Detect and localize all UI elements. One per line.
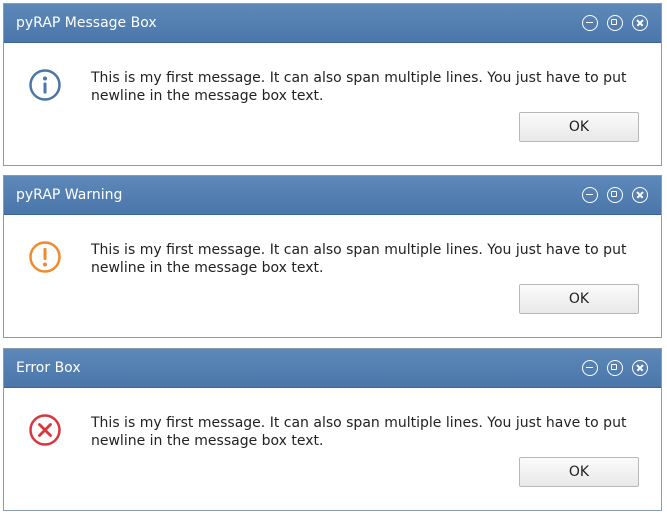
dialog-title: pyRAP Message Box — [16, 15, 157, 31]
dialog-message: This is my first message. It can also sp… — [91, 70, 627, 104]
maximize-icon[interactable] — [607, 15, 623, 31]
minimize-icon[interactable] — [582, 360, 598, 376]
ok-button[interactable]: OK — [519, 457, 639, 487]
ok-button[interactable]: OK — [519, 284, 639, 314]
dialog-title: pyRAP Warning — [16, 187, 123, 203]
maximize-icon[interactable] — [607, 187, 623, 203]
info-icon — [29, 69, 61, 101]
dialog-titlebar[interactable]: Error Box — [4, 349, 661, 388]
message-dialog-info: pyRAP Message Box This is my first messa… — [3, 3, 662, 166]
close-icon[interactable] — [632, 360, 648, 376]
dialog-message: This is my first message. It can also sp… — [91, 242, 627, 276]
warning-icon — [29, 241, 61, 273]
dialog-titlebar[interactable]: pyRAP Message Box — [4, 4, 661, 43]
dialog-title: Error Box — [16, 360, 81, 376]
close-icon[interactable] — [632, 15, 648, 31]
dialog-message: This is my first message. It can also sp… — [91, 415, 627, 449]
minimize-icon[interactable] — [582, 187, 598, 203]
error-icon — [29, 414, 61, 446]
maximize-icon[interactable] — [607, 360, 623, 376]
minimize-icon[interactable] — [582, 15, 598, 31]
ok-button[interactable]: OK — [519, 112, 639, 142]
message-dialog-error: Error Box This is my first message. It c… — [3, 348, 662, 511]
dialog-titlebar[interactable]: pyRAP Warning — [4, 176, 661, 215]
message-dialog-warning: pyRAP Warning This is my first message. … — [3, 175, 662, 338]
close-icon[interactable] — [632, 187, 648, 203]
